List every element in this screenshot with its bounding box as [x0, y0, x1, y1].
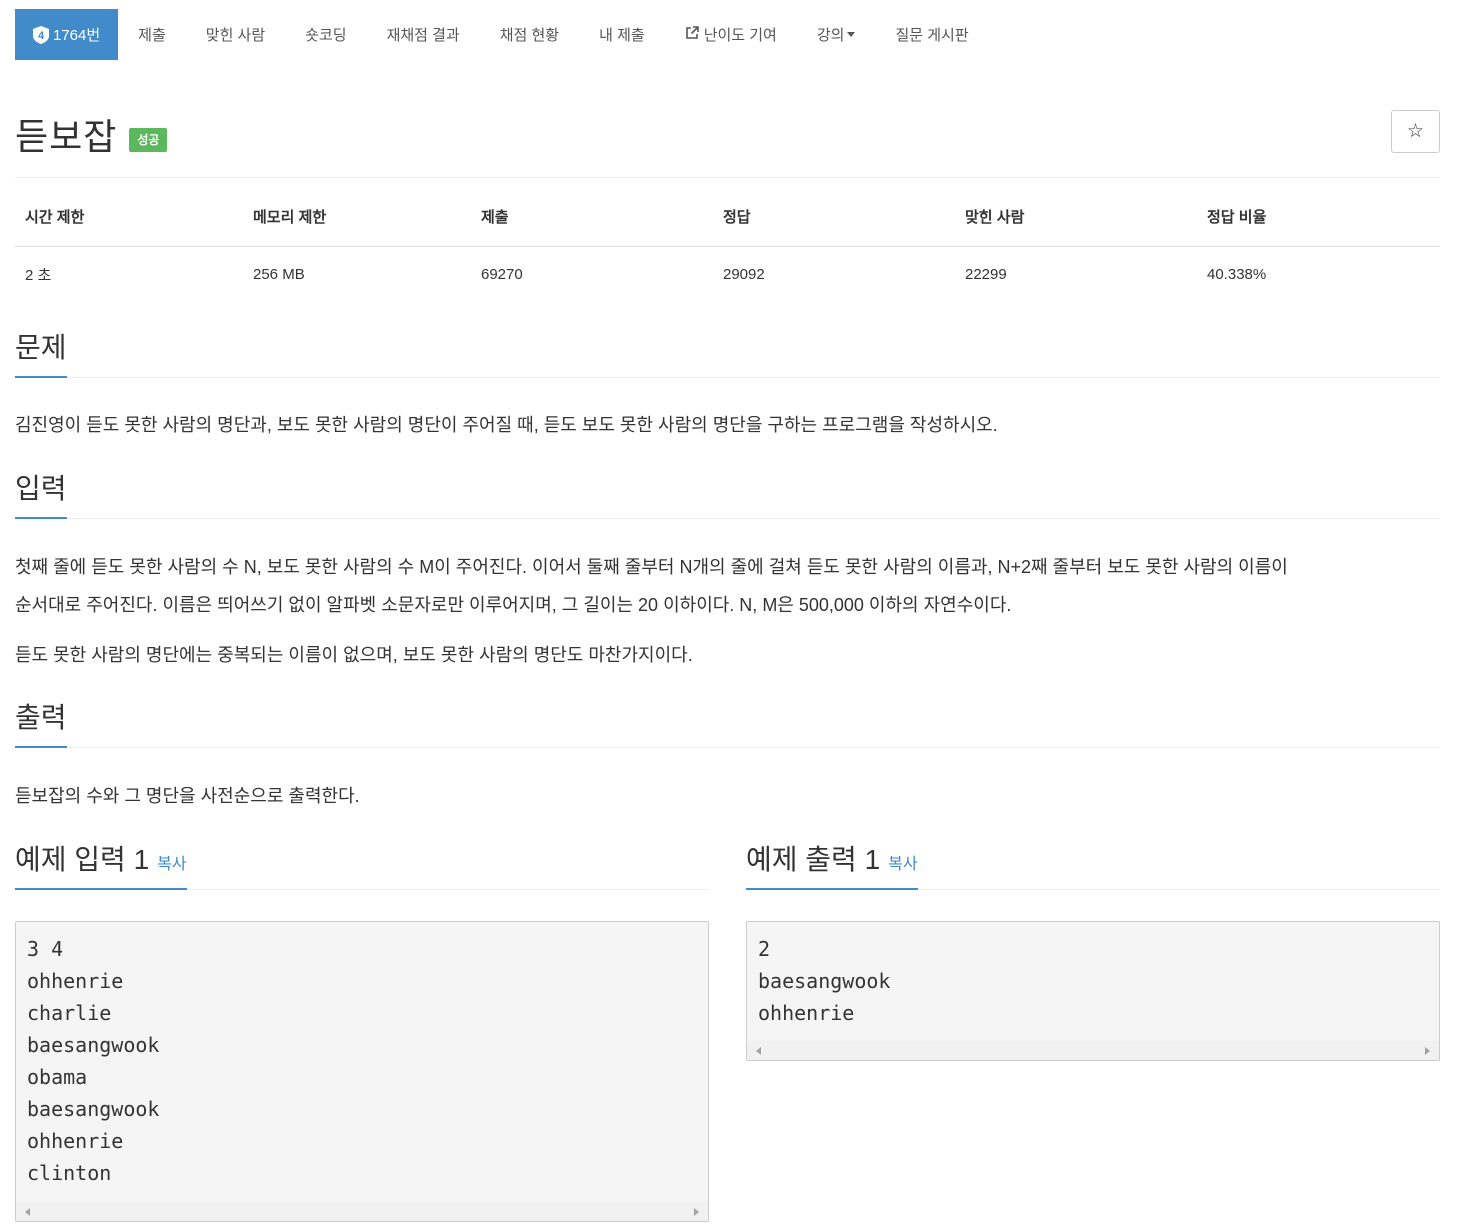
- output-heading: 출력: [15, 702, 67, 748]
- title-row: 듣보잡 성공: [15, 108, 168, 160]
- sample-input-heading: 예제 입력 1 복사: [15, 844, 187, 890]
- nav-problem-number[interactable]: 4 1764번: [15, 9, 119, 60]
- memory-limit-value: 256 MB: [253, 265, 305, 283]
- sample-input-headline: 예제 입력 1 복사: [15, 844, 709, 890]
- nav-status[interactable]: 채점 현황: [480, 9, 579, 60]
- input-text-line-1: 첫째 줄에 듣도 못한 사람의 수 N, 보도 못한 사람의 수 M이 주어진다…: [15, 557, 1288, 577]
- sample-output-headline: 예제 출력 1 복사: [746, 844, 1440, 890]
- sample-output-heading: 예제 출력 1 복사: [746, 844, 918, 890]
- problem-number-label: 1764번: [53, 27, 101, 44]
- accepted-value: 29092: [723, 265, 765, 283]
- scroll-right-arrow-icon[interactable]: [1425, 1047, 1430, 1055]
- copy-sample-output-link[interactable]: 복사: [888, 856, 917, 873]
- sample-input-content: 3 4 ohhenrie charlie baesangwook obama b…: [27, 937, 160, 1185]
- accept-ratio-value: 40.338%: [1207, 265, 1267, 283]
- scroll-left-arrow-icon[interactable]: [25, 1208, 30, 1216]
- header-submissions: 제출: [471, 200, 713, 247]
- caret-down-icon: [847, 32, 856, 37]
- external-link-icon: [685, 26, 699, 43]
- scroll-right-arrow-icon[interactable]: [694, 1208, 699, 1216]
- copy-sample-input-link[interactable]: 복사: [157, 856, 186, 873]
- nav-lectures-dropdown[interactable]: 강의: [797, 9, 876, 60]
- table-header-row: 시간 제한 메모리 제한 제출 정답 맞힌 사람 정답 비율: [15, 200, 1440, 247]
- nav-rejudge-results[interactable]: 재채점 결과: [367, 9, 480, 60]
- input-text-line-2: 순서대로 주어진다. 이름은 띄어쓰기 없이 알파벳 소문자로만 이루어지며, …: [15, 595, 1012, 615]
- header-memory-limit: 메모리 제한: [243, 200, 471, 247]
- header-solved-users: 맞힌 사람: [955, 200, 1197, 247]
- input-headline: 입력: [15, 473, 1440, 519]
- header-time-limit: 시간 제한: [15, 200, 243, 247]
- output-description-text: 듣보잡의 수와 그 명단을 사전순으로 출력한다.: [15, 786, 360, 806]
- scroll-left-arrow-icon[interactable]: [756, 1047, 761, 1055]
- input-description-text: 첫째 줄에 듣도 못한 사람의 수 N, 보도 못한 사람의 수 M이 주어진다…: [15, 548, 1440, 624]
- problem-info-table: 시간 제한 메모리 제한 제출 정답 맞힌 사람 정답 비율 2 초 256 M…: [15, 200, 1440, 290]
- nav-difficulty-contribution[interactable]: 난이도 기여: [665, 9, 797, 60]
- star-icon: ☆: [1406, 121, 1425, 142]
- sample-input-box: 3 4 ohhenrie charlie baesangwook obama b…: [15, 921, 709, 1222]
- tier-badge-icon: 4: [33, 25, 49, 44]
- sample-input-scrollbar[interactable]: [16, 1202, 708, 1221]
- submissions-value: 69270: [481, 265, 523, 283]
- favorite-star-button[interactable]: ☆: [1391, 110, 1440, 153]
- table-row: 2 초 256 MB 69270 29092 22299 40.338%: [15, 246, 1440, 290]
- problem-description-text: 김진영이 듣도 못한 사람의 명단과, 보도 못한 사람의 명단이 주어질 때,…: [15, 415, 998, 435]
- sample-output-content: 2 baesangwook ohhenrie: [758, 937, 891, 1025]
- nav-question-board[interactable]: 질문 게시판: [875, 9, 988, 60]
- title-divider: [15, 177, 1440, 178]
- problem-nav: 4 1764번 제출 맞힌 사람 숏코딩 재채점 결과 채점 현황 내 제출 난…: [15, 9, 989, 60]
- time-limit-value: 2 초: [25, 266, 52, 284]
- nav-my-submissions[interactable]: 내 제출: [579, 9, 665, 60]
- sample-output-box: 2 baesangwook ohhenrie: [746, 921, 1440, 1061]
- sample-output-scrollbar[interactable]: [747, 1041, 1439, 1060]
- svg-text:4: 4: [38, 30, 45, 42]
- problem-description-heading: 문제: [15, 332, 67, 378]
- input-description-text-2: 듣도 못한 사람의 명단에는 중복되는 이름이 없으며, 보도 못한 사람의 명…: [15, 645, 693, 665]
- status-badge: 성공: [129, 128, 168, 152]
- solved-users-value: 22299: [965, 265, 1007, 283]
- nav-solved-users[interactable]: 맞힌 사람: [186, 9, 285, 60]
- nav-short-coding[interactable]: 숏코딩: [285, 9, 366, 60]
- page-title: 듣보잡: [15, 116, 118, 157]
- header-accepted: 정답: [713, 200, 955, 247]
- output-headline: 출력: [15, 702, 1440, 748]
- input-heading: 입력: [15, 473, 67, 519]
- header-accept-ratio: 정답 비율: [1197, 200, 1440, 247]
- nav-submit[interactable]: 제출: [118, 9, 186, 60]
- problem-description-headline: 문제: [15, 332, 1440, 378]
